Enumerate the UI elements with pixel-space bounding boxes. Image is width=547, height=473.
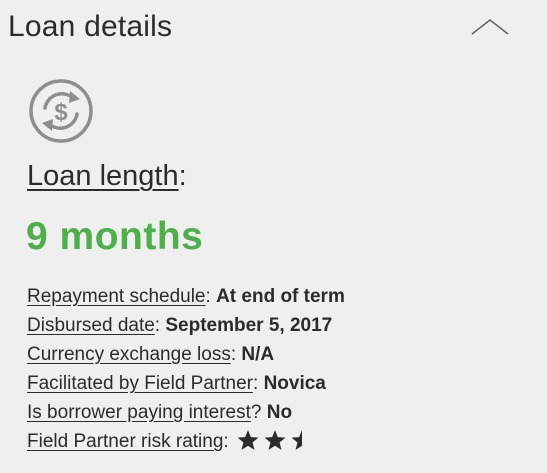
currency-exchange-icon: $ [26, 78, 96, 144]
risk-rating-stars [237, 429, 317, 451]
detail-currency-exchange-loss: Currency exchange loss: N/A [27, 340, 345, 369]
disbursed-date-link[interactable]: Disbursed date [27, 315, 155, 336]
loan-length-value: 9 months [26, 215, 204, 258]
detail-risk-rating: Field Partner risk rating: [27, 427, 345, 456]
loan-length-label[interactable]: Loan length [27, 160, 179, 192]
currency-exchange-loss-value: N/A [241, 344, 275, 365]
detail-field-partner: Facilitated by Field Partner: Novica [27, 369, 345, 398]
detail-separator: : [205, 286, 217, 307]
rating-star-2 [264, 430, 286, 450]
repayment-schedule-value: At end of term [216, 286, 345, 307]
currency-exchange-loss-link[interactable]: Currency exchange loss [27, 344, 231, 365]
detail-repayment-schedule: Repayment schedule: At end of term [27, 282, 345, 311]
disbursed-date-value: September 5, 2017 [165, 315, 333, 336]
rating-star-3 [291, 430, 302, 450]
loan-length-colon: : [178, 160, 187, 192]
borrower-interest-value: No [266, 402, 293, 423]
panel-title: Loan details [8, 10, 173, 43]
svg-text:$: $ [54, 99, 68, 126]
detail-separator: : [253, 373, 264, 394]
risk-rating-link[interactable]: Field Partner risk rating [27, 431, 223, 452]
detail-separator: : [223, 431, 229, 452]
detail-borrower-interest: Is borrower paying interest? No [27, 398, 345, 427]
loan-length-label-row: Loan length: [27, 160, 187, 193]
borrower-interest-link[interactable]: Is borrower paying interest [27, 402, 251, 423]
repayment-schedule-link[interactable]: Repayment schedule [27, 286, 206, 307]
detail-separator: : [230, 344, 242, 365]
collapse-button[interactable] [470, 16, 510, 46]
detail-separator: : [154, 315, 166, 336]
loan-details-header[interactable]: Loan details [8, 8, 547, 48]
loan-details-list: Repayment schedule: At end of term Disbu… [27, 282, 345, 456]
rating-star-1 [237, 430, 259, 450]
field-partner-value: Novica [263, 373, 326, 394]
field-partner-link[interactable]: Facilitated by Field Partner [27, 373, 253, 394]
detail-separator: ? [250, 402, 267, 423]
chevron-up-icon [471, 18, 509, 35]
detail-disbursed-date: Disbursed date: September 5, 2017 [27, 311, 345, 340]
